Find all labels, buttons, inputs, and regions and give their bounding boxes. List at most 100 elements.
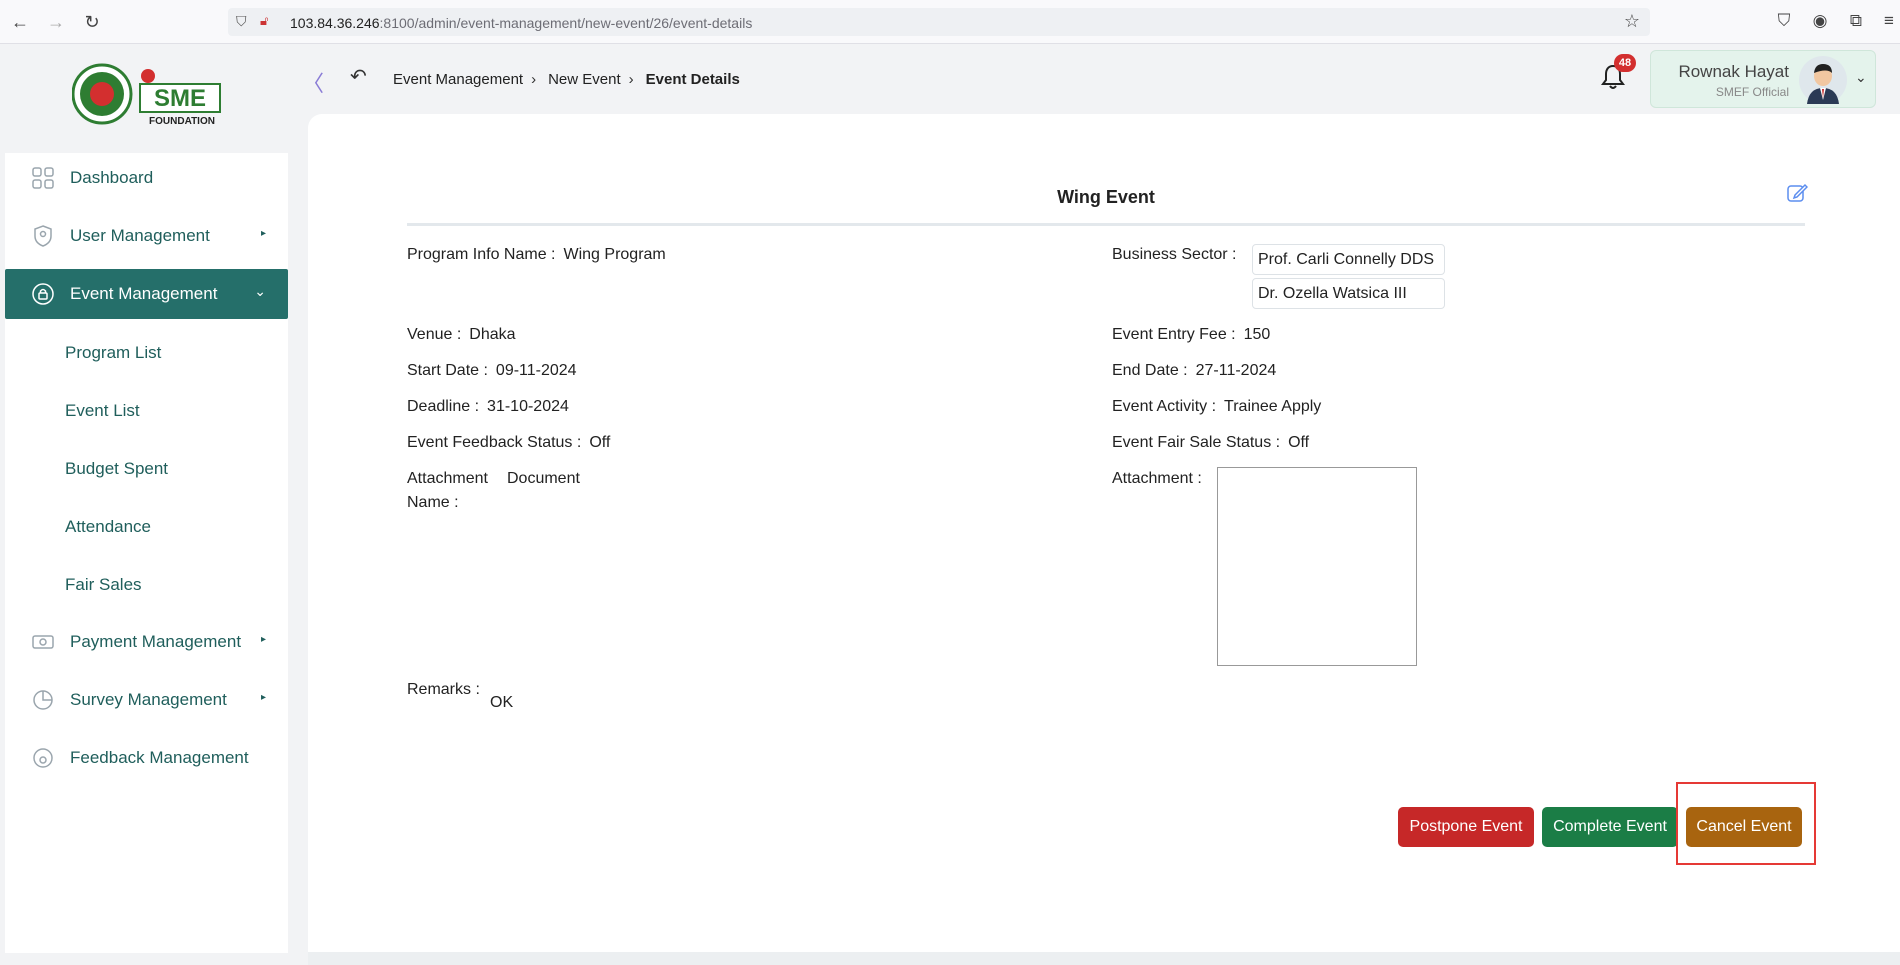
menu-icon[interactable]: ≡ (1878, 11, 1900, 31)
caret-right-icon: ▸ (260, 634, 266, 645)
back-arrow-icon[interactable]: ← (9, 11, 31, 33)
bookmark-star-icon[interactable]: ☆ (1624, 11, 1640, 32)
sidebar-subitem-program-list[interactable]: Program List (65, 343, 161, 363)
sidebar-subitem-attendance[interactable]: Attendance (65, 517, 151, 537)
sidebar-item-label: Feedback Management (70, 748, 249, 767)
url-bar[interactable]: ⛉ 🔓︎ 103.84.36.246:8100/admin/event-mana… (228, 8, 1650, 36)
sidebar-item-feedback-management[interactable]: Feedback Management (5, 733, 288, 783)
sidebar-subitem-budget-spent[interactable]: Budget Spent (65, 459, 168, 479)
sidebar-item-payment-management[interactable]: Payment Management ▸ (5, 617, 288, 667)
lock-icon (32, 283, 54, 305)
extensions-icon[interactable]: ⧉ (1845, 11, 1867, 31)
program-info-name-field: Program Info Name : Wing Program (407, 246, 666, 264)
attachment-label: Attachment : (1112, 470, 1202, 487)
business-sector-tag: Dr. Ozella Watsica III (1252, 278, 1445, 309)
field-label: Venue : (407, 326, 462, 343)
breadcrumb-item[interactable]: Event Management (393, 71, 523, 88)
field-value: Trainee Apply (1224, 398, 1322, 415)
sidebar-item-label: User Management (70, 226, 210, 245)
url-text: 103.84.36.246:8100/admin/event-managemen… (290, 15, 753, 31)
attachment-preview[interactable] (1217, 467, 1417, 666)
field-label: Program Info Name : (407, 246, 556, 263)
account-icon[interactable]: ◉ (1809, 11, 1831, 31)
caret-right-icon: ▸ (260, 228, 266, 239)
field-value: Dhaka (469, 326, 516, 343)
dashboard-grid-icon (32, 167, 54, 189)
field-label: Deadline : (407, 398, 480, 415)
field-value: Wing Program (563, 246, 666, 263)
sidebar-item-label: Event Management (70, 284, 218, 303)
payment-icon (32, 635, 54, 649)
complete-event-button[interactable]: Complete Event (1542, 807, 1678, 847)
sidebar-item-survey-management[interactable]: Survey Management ▸ (5, 675, 288, 725)
field-value: 150 (1243, 326, 1271, 343)
feedback-icon (33, 748, 53, 768)
attachment-document-name-label: Document (507, 470, 580, 487)
field-label: Event Fair Sale Status : (1112, 434, 1281, 451)
field-value: Off (589, 434, 611, 451)
sme-foundation-logo: SME FOUNDATION (72, 63, 221, 126)
field-label: Event Feedback Status : (407, 434, 582, 451)
sidebar-subitem-event-list[interactable]: Event List (65, 401, 140, 421)
browser-toolbar: ← → ↻ ⛉ 🔓︎ 103.84.36.246:8100/admin/even… (0, 0, 1900, 44)
sidebar-item-label: Survey Management (70, 690, 227, 709)
fair-sale-status-field: Event Fair Sale Status : Off (1112, 434, 1309, 452)
venue-field: Venue : Dhaka (407, 326, 516, 344)
title-divider (407, 223, 1805, 226)
field-value: Off (1288, 434, 1310, 451)
field-label: Start Date : (407, 362, 488, 379)
end-date-field: End Date : 27-11-2024 (1112, 362, 1276, 380)
sidebar-item-event-management[interactable]: Event Management ⌄ (5, 269, 288, 319)
sidebar-collapse-icon[interactable]: 〈 (302, 66, 324, 98)
user-name: Rownak Hayat (1678, 62, 1789, 81)
cancel-event-button[interactable]: Cancel Event (1686, 807, 1802, 847)
field-label: Event Activity : (1112, 398, 1217, 415)
breadcrumb: Event Management › New Event › Event Det… (393, 71, 740, 88)
event-title: Wing Event (1057, 187, 1155, 207)
entry-fee-field: Event Entry Fee : 150 (1112, 326, 1270, 344)
field-label: End Date : (1112, 362, 1188, 379)
caret-right-icon: ▸ (260, 692, 266, 703)
business-sector-tag: Prof. Carli Connelly DDS (1252, 244, 1445, 275)
chevron-right-icon: › (628, 71, 634, 88)
forward-arrow-icon[interactable]: → (45, 11, 67, 33)
chevron-down-icon[interactable]: ⌄ (1855, 69, 1867, 86)
business-sector-label: Business Sector : (1112, 246, 1237, 263)
pocket-icon[interactable]: ⛉ (1773, 11, 1795, 31)
chevron-right-icon: › (531, 71, 537, 88)
breadcrumb-item[interactable]: New Event (548, 71, 621, 88)
pie-chart-icon (33, 690, 53, 710)
remarks-value: OK (490, 694, 514, 711)
event-activity-field: Event Activity : Trainee Apply (1112, 398, 1321, 416)
reload-icon[interactable]: ↻ (81, 11, 103, 33)
undo-back-icon[interactable]: ↶ (350, 64, 367, 89)
user-shield-icon (34, 225, 52, 247)
shield-icon: ⛉ (236, 13, 247, 29)
insecure-lock-icon[interactable]: 🔓︎ (260, 13, 268, 29)
user-menu[interactable]: Rownak Hayat SMEF Official ⌄ (1650, 50, 1876, 108)
sidebar: Dashboard User Management ▸ Event Manage… (5, 153, 288, 953)
chevron-down-icon: ⌄ (254, 283, 266, 299)
user-role: SMEF Official (1715, 85, 1789, 99)
sidebar-item-label: Payment Management (70, 632, 242, 651)
sidebar-item-user-management[interactable]: User Management ▸ (5, 211, 288, 261)
field-value: 27-11-2024 (1195, 362, 1277, 379)
attachment-document-name-label: Attachment (407, 470, 488, 487)
svg-text:FOUNDATION: FOUNDATION (149, 116, 215, 126)
notification-count-badge: 48 (1614, 54, 1636, 72)
postpone-event-button[interactable]: Postpone Event (1398, 807, 1534, 847)
deadline-field: Deadline : 31-10-2024 (407, 398, 569, 416)
sidebar-item-dashboard[interactable]: Dashboard (5, 153, 288, 203)
avatar (1799, 56, 1847, 104)
breadcrumb-current: Event Details (645, 71, 740, 88)
start-date-field: Start Date : 09-11-2024 (407, 362, 577, 380)
field-value: 09-11-2024 (495, 362, 577, 379)
field-value: 31-10-2024 (487, 398, 569, 415)
sidebar-item-label: Dashboard (70, 168, 154, 187)
horizontal-scrollbar[interactable] (308, 952, 1900, 965)
field-label: Event Entry Fee : (1112, 326, 1236, 343)
remarks-label: Remarks : (407, 681, 480, 698)
svg-text:SME: SME (154, 85, 206, 112)
feedback-status-field: Event Feedback Status : Off (407, 434, 610, 452)
sidebar-subitem-fair-sales[interactable]: Fair Sales (65, 575, 142, 595)
